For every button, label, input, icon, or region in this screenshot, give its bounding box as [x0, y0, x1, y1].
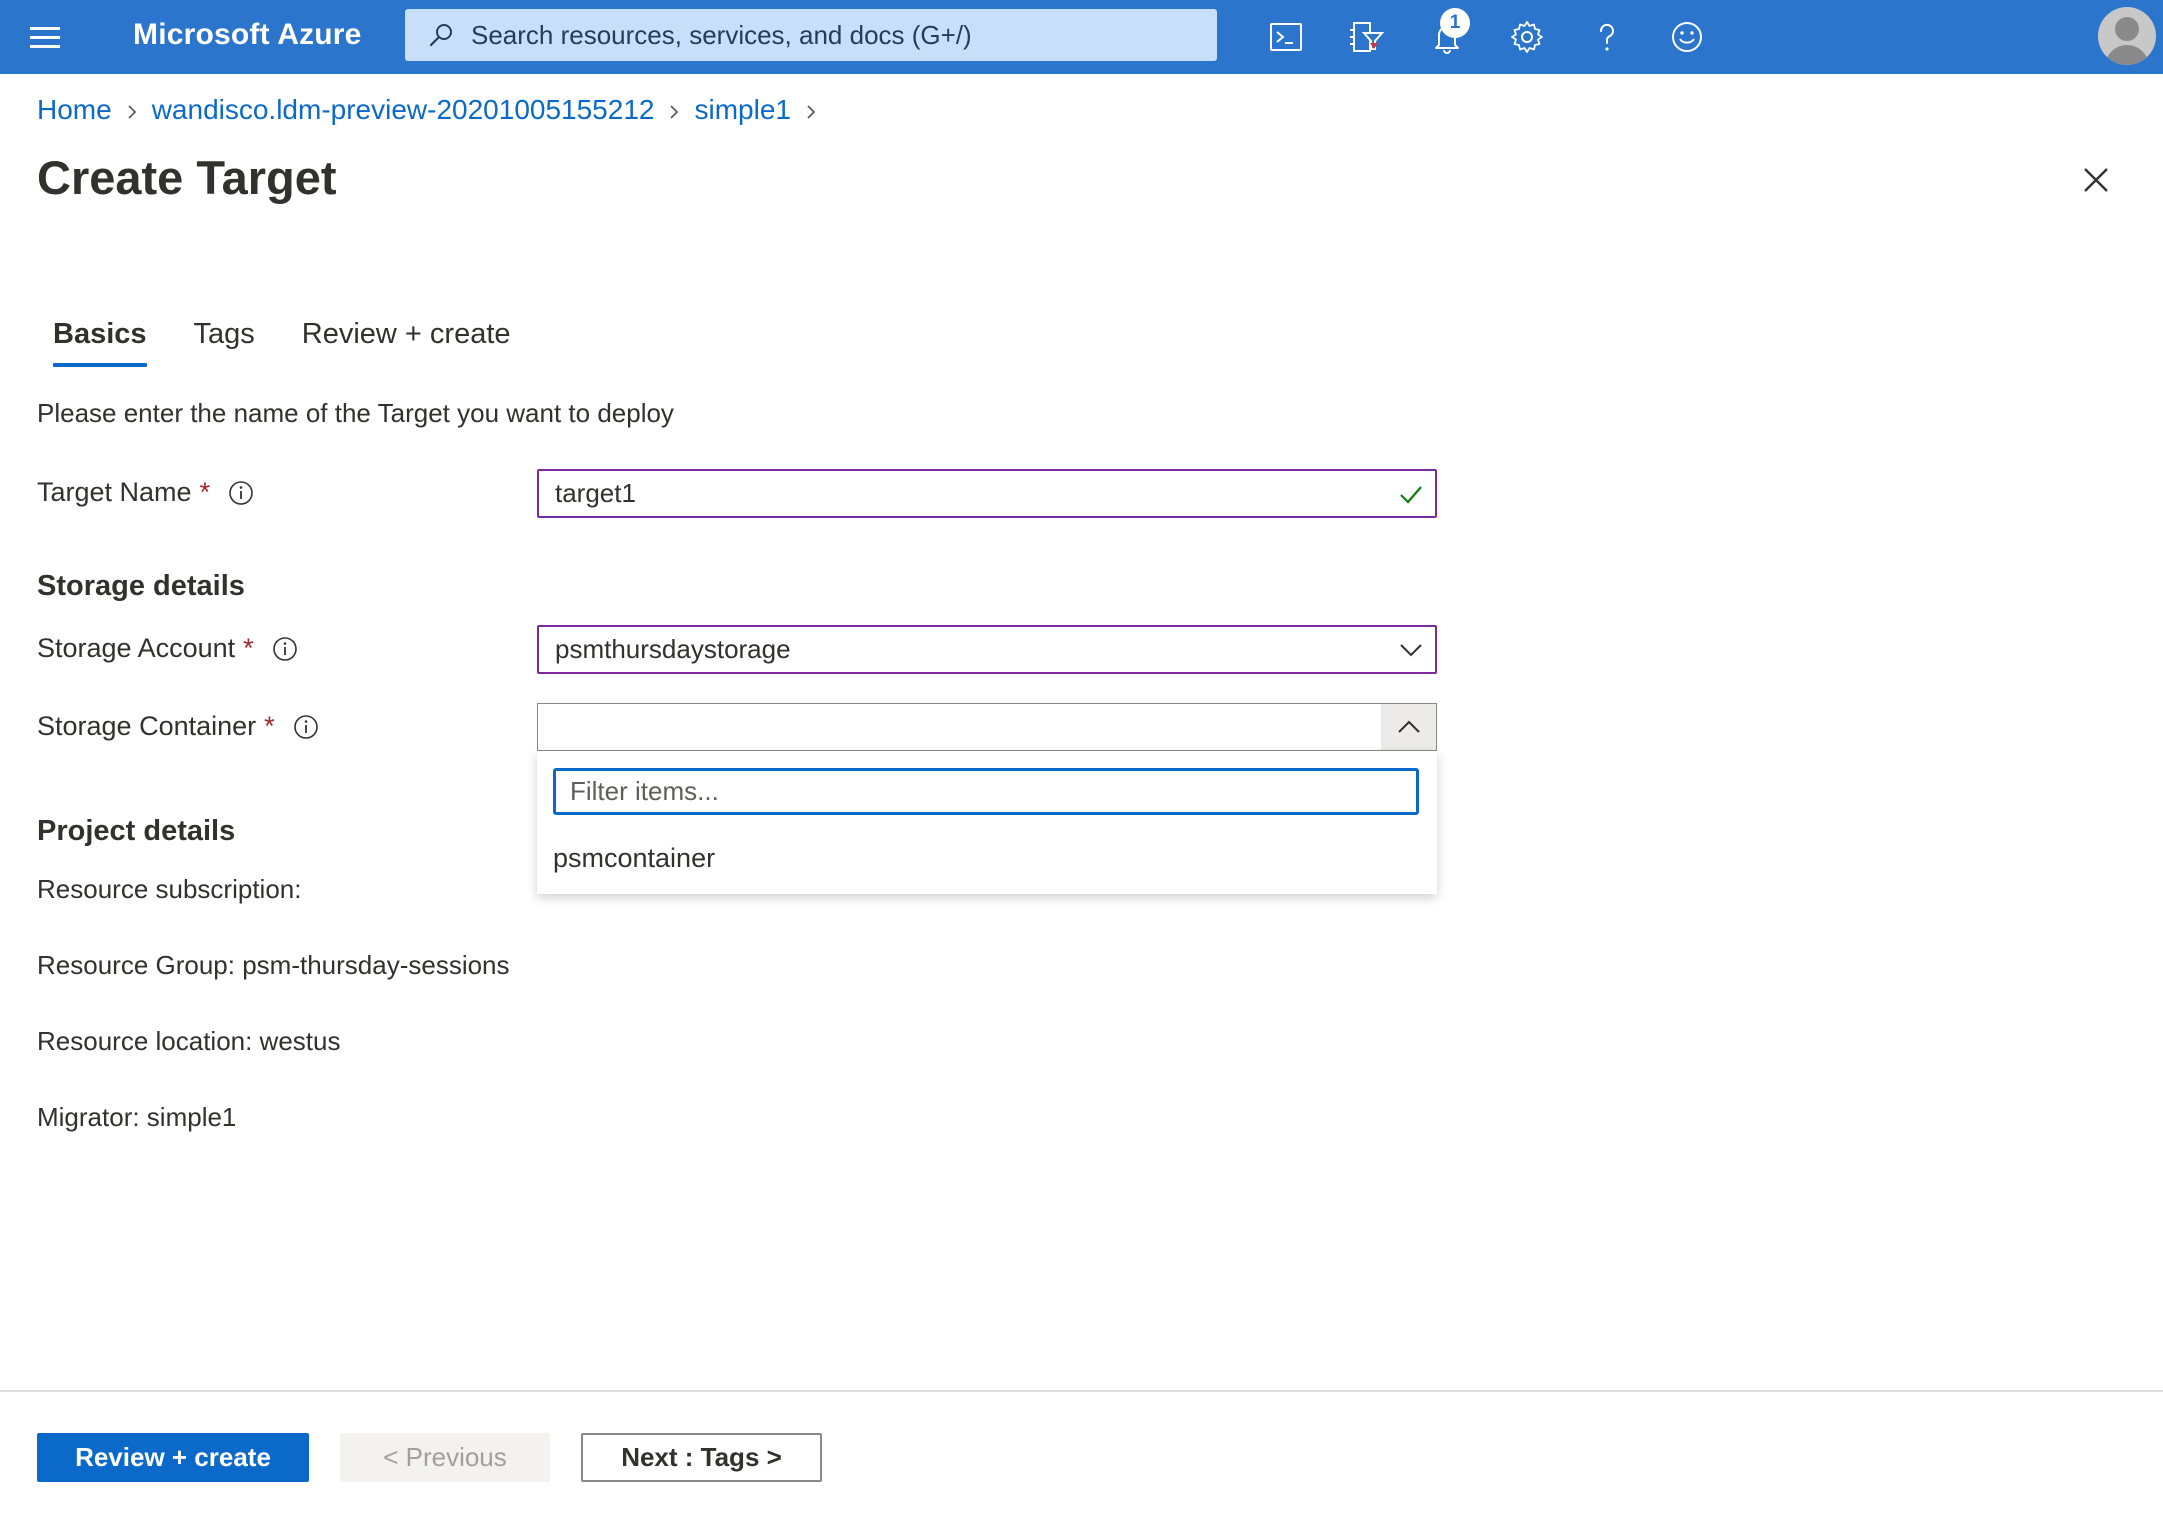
dropdown-option[interactable]: psmcontainer: [553, 843, 715, 874]
help-question-icon[interactable]: [1584, 14, 1630, 60]
storage-account-value: psmthursdaystorage: [555, 634, 791, 664]
storage-account-label-text: Storage Account: [37, 633, 236, 663]
storage-details-heading: Storage details: [37, 570, 245, 602]
search-icon: [429, 24, 452, 47]
form-intro-text: Please enter the name of the Target you …: [37, 398, 674, 428]
target-name-field[interactable]: [537, 469, 1437, 518]
project-details-heading: Project details: [37, 815, 236, 847]
resource-subscription-label: Resource subscription:: [37, 874, 302, 904]
target-name-label: Target Name *: [37, 477, 254, 508]
search-input[interactable]: [471, 19, 1211, 51]
user-avatar[interactable]: [2098, 7, 2156, 65]
filter-items-input[interactable]: [553, 768, 1419, 815]
chevron-right-icon: [654, 94, 694, 126]
storage-account-dropdown[interactable]: psmthursdaystorage: [537, 625, 1437, 674]
storage-container-label-text: Storage Container: [37, 711, 257, 741]
tab-basics[interactable]: Basics: [53, 318, 147, 367]
breadcrumb-migration-link[interactable]: wandisco.ldm-preview-20201005155212: [152, 94, 655, 126]
notification-count-badge: 1: [1440, 8, 1470, 38]
storage-account-label: Storage Account *: [37, 633, 298, 664]
required-asterisk: *: [264, 711, 275, 741]
close-icon[interactable]: [2076, 160, 2116, 200]
breadcrumb-migrator-link[interactable]: simple1: [694, 94, 790, 126]
cloud-shell-icon[interactable]: [1263, 14, 1309, 60]
wizard-tabs: Basics Tags Review + create: [53, 318, 558, 367]
notifications-bell-icon[interactable]: 1: [1424, 8, 1470, 60]
feedback-smiley-icon[interactable]: [1664, 14, 1710, 60]
storage-container-options-panel: psmcontainer: [537, 751, 1437, 894]
storage-container-dropdown[interactable]: [537, 703, 1437, 751]
top-bar: Microsoft Azure 1: [0, 0, 2163, 74]
chevron-down-icon: [1400, 643, 1422, 656]
breadcrumb-home-link[interactable]: Home: [37, 94, 112, 126]
resource-location-line: Resource location: westus: [37, 1026, 341, 1056]
chevron-right-icon: [112, 94, 152, 126]
page-title: Create Target: [37, 151, 337, 204]
info-icon[interactable]: [293, 714, 319, 740]
chevron-up-icon[interactable]: [1381, 704, 1436, 750]
next-tags-button[interactable]: Next : Tags >: [581, 1433, 822, 1482]
previous-button[interactable]: < Previous: [340, 1433, 550, 1482]
review-create-button[interactable]: Review + create: [37, 1433, 309, 1482]
info-icon[interactable]: [228, 480, 254, 506]
footer-divider: [0, 1390, 2163, 1392]
directory-filter-icon[interactable]: [1343, 14, 1389, 60]
breadcrumb: Home wandisco.ldm-preview-20201005155212…: [37, 94, 831, 126]
required-asterisk: *: [199, 477, 211, 507]
hamburger-menu-icon[interactable]: [30, 22, 60, 52]
settings-gear-icon[interactable]: [1504, 14, 1550, 60]
resource-group-line: Resource Group: psm-thursday-sessions: [37, 950, 510, 980]
checkmark-icon: [1400, 485, 1422, 504]
required-asterisk: *: [243, 633, 254, 663]
chevron-right-icon: [791, 94, 831, 126]
tab-review-create[interactable]: Review + create: [302, 318, 511, 367]
tab-tags[interactable]: Tags: [194, 318, 255, 367]
storage-container-label: Storage Container *: [37, 711, 319, 742]
global-search-box[interactable]: [405, 9, 1217, 61]
info-icon[interactable]: [272, 636, 298, 662]
brand-title[interactable]: Microsoft Azure: [133, 18, 362, 52]
target-name-input[interactable]: [555, 478, 1397, 509]
migrator-line: Migrator: simple1: [37, 1102, 237, 1132]
target-name-label-text: Target Name: [37, 477, 192, 507]
